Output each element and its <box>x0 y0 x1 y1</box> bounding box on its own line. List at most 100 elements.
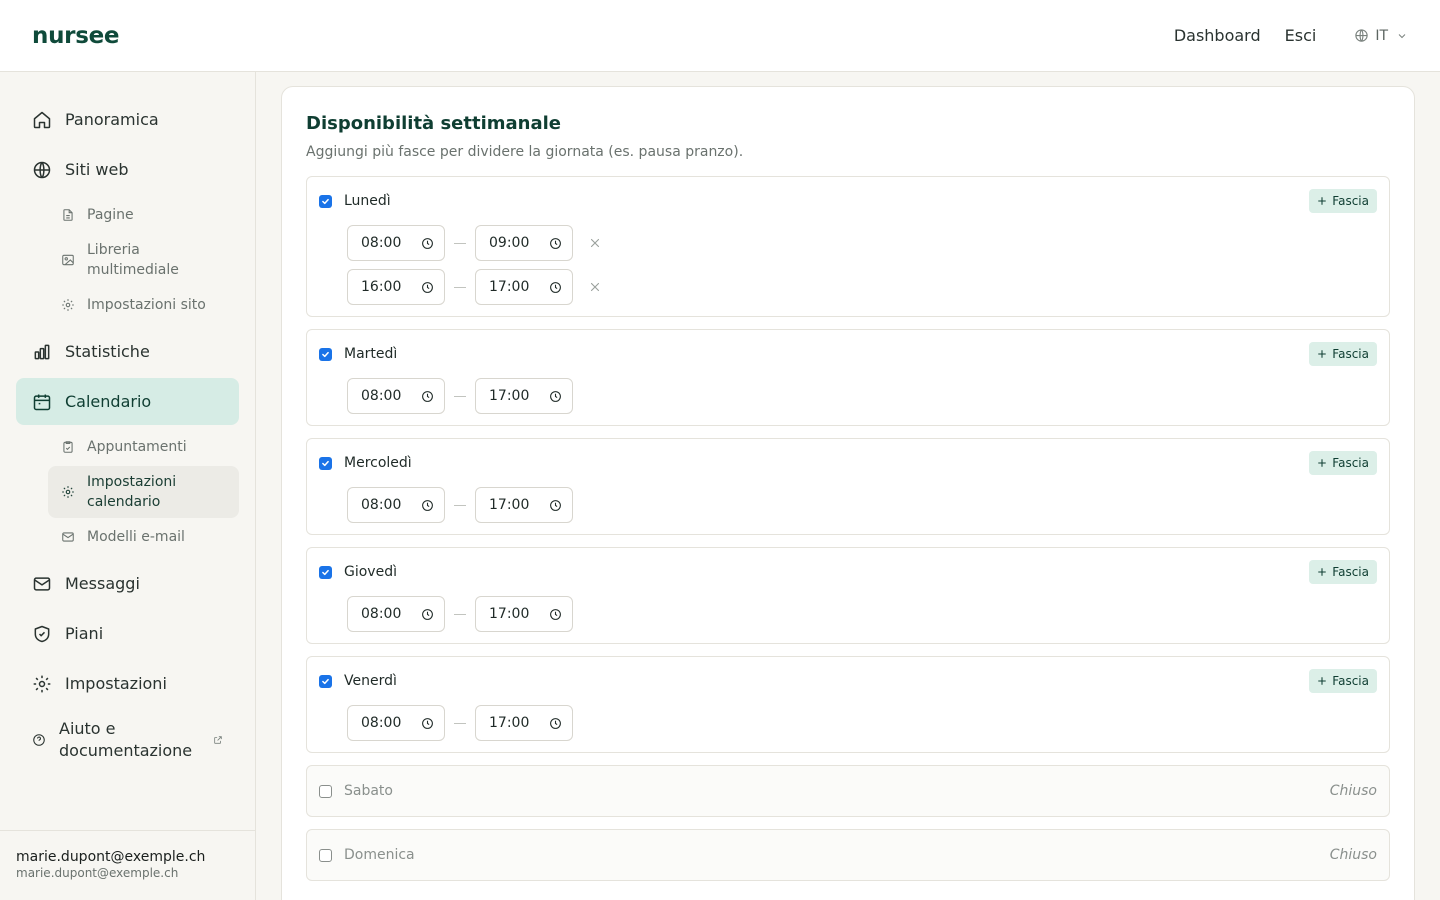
calendar-submenu: Appuntamenti Impostazioni calendario Mod… <box>16 428 239 556</box>
time-slot: 08:00 17:00 <box>347 378 1377 414</box>
page-subtitle: Aggiungi più fasce per dividere la giorn… <box>306 144 744 160</box>
day-enabled-checkbox[interactable] <box>319 784 332 798</box>
check-icon <box>322 460 329 466</box>
start-time-input[interactable]: 08:00 <box>347 225 445 261</box>
websites-submenu: Pagine Libreria multimediale Impostazion… <box>16 196 239 324</box>
range-separator <box>454 395 466 397</box>
logout-link[interactable]: Esci <box>1285 26 1317 45</box>
add-slot-button[interactable]: Fascia <box>1309 342 1377 366</box>
clock-icon <box>550 390 561 402</box>
add-slot-button[interactable]: Fascia <box>1309 669 1377 693</box>
sidebar: Panoramica Siti web Pagine Libreria mult… <box>0 72 256 900</box>
end-time-input[interactable]: 09:00 <box>475 225 573 261</box>
language-code: IT <box>1375 27 1388 44</box>
start-time-input[interactable]: 08:00 <box>347 487 445 523</box>
start-time-input[interactable]: 16:00 <box>347 269 445 305</box>
add-slot-label: Fascia <box>1332 565 1369 579</box>
sidebar-item-label: Messaggi <box>65 574 140 593</box>
time-slot: 08:00 17:00 <box>347 487 1377 523</box>
day-header: Venerdì Fascia <box>319 669 1377 693</box>
plus-icon <box>1318 677 1327 685</box>
sidebar-item-email-templates[interactable]: Modelli e-mail <box>48 518 239 556</box>
day-row: Domenica Chiuso <box>306 829 1390 881</box>
start-time-value: 08:00 <box>361 235 402 251</box>
day-enabled-checkbox[interactable] <box>319 674 332 688</box>
language-selector[interactable]: IT <box>1354 28 1408 44</box>
top-bar: nursee Dashboard Esci IT <box>0 0 1440 72</box>
add-slot-button[interactable]: Fascia <box>1309 189 1377 213</box>
help-circle-icon <box>33 734 45 746</box>
day-row: Mercoledì Fascia 08:00 17:00 <box>306 438 1390 535</box>
end-time-input[interactable]: 17:00 <box>475 705 573 741</box>
sidebar-item-appointments[interactable]: Appuntamenti <box>48 428 239 466</box>
check-icon <box>322 198 329 204</box>
add-slot-button[interactable]: Fascia <box>1309 560 1377 584</box>
clock-icon <box>550 281 561 293</box>
bar-chart-icon <box>34 344 50 359</box>
day-enabled-checkbox[interactable] <box>319 848 332 862</box>
day-name: Venerdì <box>344 673 397 689</box>
clock-icon <box>422 390 433 402</box>
day-enabled-checkbox[interactable] <box>319 565 332 579</box>
plus-icon <box>1318 459 1327 467</box>
closed-label: Chiuso <box>1329 847 1377 863</box>
check-icon <box>322 678 329 684</box>
sidebar-item-label: Appuntamenti <box>87 439 187 455</box>
end-time-input[interactable]: 17:00 <box>475 596 573 632</box>
logo[interactable]: nursee <box>32 23 119 49</box>
user-info[interactable]: marie.dupont@exemple.ch marie.dupont@exe… <box>0 830 256 900</box>
range-separator <box>454 242 466 244</box>
sidebar-item-websites[interactable]: Siti web <box>16 146 239 193</box>
weekly-availability-card: Disponibilità settimanale Aggiungi più f… <box>281 86 1415 900</box>
clock-icon <box>550 499 561 511</box>
add-slot-label: Fascia <box>1332 194 1369 208</box>
sidebar-item-media-library[interactable]: Libreria multimediale <box>48 234 239 286</box>
clock-icon <box>422 237 433 249</box>
day-row: Lunedì Fascia 08:00 09:00 16:00 17:00 <box>306 176 1390 317</box>
start-time-input[interactable]: 08:00 <box>347 596 445 632</box>
sidebar-item-calendar-settings[interactable]: Impostazioni calendario <box>48 466 239 518</box>
dashboard-link[interactable]: Dashboard <box>1174 26 1261 45</box>
sidebar-item-label: Piani <box>65 624 104 643</box>
sidebar-item-plans[interactable]: Piani <box>16 610 239 657</box>
day-row: Sabato Chiuso <box>306 765 1390 817</box>
sidebar-item-pages[interactable]: Pagine <box>48 196 239 234</box>
day-header: Mercoledì Fascia <box>319 451 1377 475</box>
start-time-input[interactable]: 08:00 <box>347 378 445 414</box>
end-time-input[interactable]: 17:00 <box>475 487 573 523</box>
sidebar-item-messages[interactable]: Messaggi <box>16 560 239 607</box>
clock-icon <box>550 237 561 249</box>
day-row: Martedì Fascia 08:00 17:00 <box>306 329 1390 426</box>
external-link-icon <box>214 736 222 744</box>
sidebar-item-settings[interactable]: Impostazioni <box>16 660 239 707</box>
sidebar-item-statistics[interactable]: Statistiche <box>16 328 239 375</box>
clock-icon <box>550 608 561 620</box>
time-slots: 08:00 17:00 <box>319 487 1377 523</box>
sidebar-item-calendar[interactable]: Calendario <box>16 378 239 425</box>
end-time-value: 17:00 <box>489 388 530 404</box>
plus-icon <box>1318 350 1327 358</box>
add-slot-button[interactable]: Fascia <box>1309 451 1377 475</box>
sidebar-item-overview[interactable]: Panoramica <box>16 96 239 143</box>
sidebar-item-help[interactable]: Aiuto e documentazione <box>16 710 239 770</box>
sidebar-item-label: Panoramica <box>65 110 159 129</box>
sidebar-item-site-settings[interactable]: Impostazioni sito <box>48 286 239 324</box>
day-header: Domenica Chiuso <box>319 843 1377 867</box>
end-time-input[interactable]: 17:00 <box>475 378 573 414</box>
globe-icon <box>1355 29 1368 42</box>
day-enabled-checkbox[interactable] <box>319 194 332 208</box>
remove-slot-button[interactable] <box>589 237 601 249</box>
start-time-input[interactable]: 08:00 <box>347 705 445 741</box>
range-separator <box>454 613 466 615</box>
shield-icon <box>34 625 50 642</box>
plus-icon <box>1318 197 1327 205</box>
day-enabled-checkbox[interactable] <box>319 456 332 470</box>
check-icon <box>322 569 329 575</box>
range-separator <box>454 722 466 724</box>
gear-icon <box>62 299 74 311</box>
start-time-value: 08:00 <box>361 497 402 513</box>
end-time-input[interactable]: 17:00 <box>475 269 573 305</box>
day-enabled-checkbox[interactable] <box>319 347 332 361</box>
remove-slot-button[interactable] <box>589 281 601 293</box>
start-time-value: 08:00 <box>361 606 402 622</box>
